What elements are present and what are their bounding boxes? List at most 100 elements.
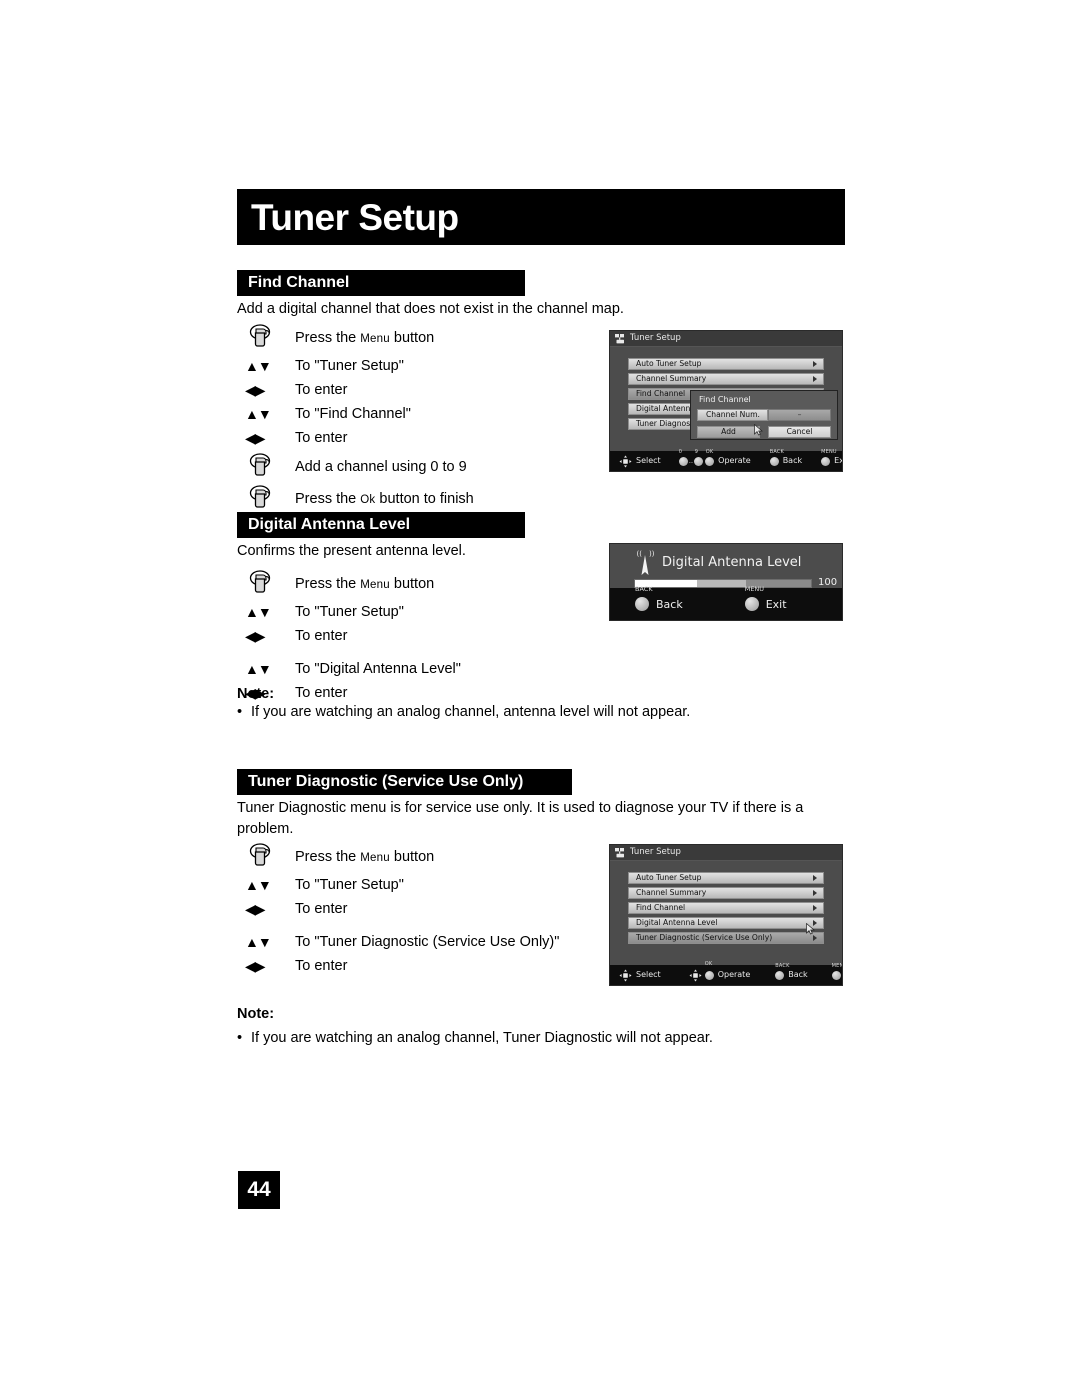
note-bullet-item: • If you are watching an analog channel,… xyxy=(237,704,837,720)
dpad-icon xyxy=(689,969,702,981)
step-label: To enter xyxy=(295,685,348,701)
osd-menu-item-digital-antenna-level[interactable]: Digital Antenna Level xyxy=(628,917,824,929)
hand-press-icon xyxy=(237,568,295,600)
channel-number-field[interactable]: Channel Num. – xyxy=(697,409,831,421)
osd-title-text: Digital Antenna Level xyxy=(662,555,802,570)
osd-menu-item-label: Find Channel xyxy=(636,389,686,399)
mouse-cursor-icon xyxy=(806,923,815,935)
bullet-icon: • xyxy=(237,1030,243,1046)
step-label: To "Tuner Setup" xyxy=(295,877,404,893)
step-to-enter-1: ◀▶ To enter xyxy=(237,378,474,402)
tuner-icon xyxy=(615,847,624,857)
dialog-title: Find Channel xyxy=(699,395,751,404)
osd-screen-find-channel: Tuner Setup Auto Tuner Setup Channel Sum… xyxy=(609,330,843,472)
osd-screen-tuner-diagnostic: Tuner Setup Auto Tuner Setup Channel Sum… xyxy=(609,844,843,986)
step-to-tuner-setup: ▲▼ To "Tuner Setup" xyxy=(237,600,461,624)
osd-menu-item-label: Tuner Diagnostic (Service Use Only) xyxy=(636,933,773,943)
guide-operate[interactable]: 0 .. 9 OK Operate xyxy=(678,449,751,466)
osd-key-guide: Select 0 .. 9 OK Operate BACK Back MENU xyxy=(610,449,843,471)
osd-menu-item-tuner-diagnostic[interactable]: Tuner Diagnostic (Service Use Only) xyxy=(628,932,824,944)
number-key-9-icon xyxy=(694,456,704,466)
manual-page: Tuner Setup Find Channel Add a digital c… xyxy=(0,0,1080,1397)
back-key-icon xyxy=(775,970,785,980)
page-number: 44 xyxy=(238,1171,280,1209)
step-list-digital-antenna-level: Press the Menu button ▲▼ To "Tuner Setup… xyxy=(237,568,461,705)
guide-label: Select xyxy=(636,456,661,465)
osd-menu-list: Auto Tuner Setup Channel Summary Find Ch… xyxy=(610,861,842,944)
osd-menu-item-auto-tuner-setup[interactable]: Auto Tuner Setup xyxy=(628,872,824,884)
step-label: To "Find Channel" xyxy=(295,406,411,422)
cancel-button[interactable]: Cancel xyxy=(768,426,831,438)
chevron-right-icon xyxy=(813,361,817,367)
osd-menu-item-label: Auto Tuner Setup xyxy=(636,873,702,883)
osd-menu-item-find-channel[interactable]: Find Channel xyxy=(628,902,824,914)
tuner-icon xyxy=(615,333,624,343)
step-to-tuner-setup: ▲▼ To "Tuner Setup" xyxy=(237,354,474,378)
osd-screen-digital-antenna-level: (( )) Digital Antenna Level 100 BACK Bac… xyxy=(609,543,843,621)
section-intro-digital-antenna-level: Confirms the present antenna level. xyxy=(237,543,466,559)
note-title: Note: xyxy=(237,1006,275,1022)
section-heading-text: Digital Antenna Level xyxy=(248,516,411,533)
guide-exit[interactable]: MENU Exit xyxy=(821,449,843,466)
osd-menu-item-label: Find Channel xyxy=(636,903,686,913)
page-title-text: Tuner Setup xyxy=(251,196,459,238)
key-cap-menu: MENU xyxy=(831,962,842,969)
osd-title-text: Tuner Setup xyxy=(630,847,681,858)
hand-press-icon xyxy=(237,841,295,873)
find-channel-dialog: Find Channel Channel Num. – Add Cancel xyxy=(690,390,838,440)
step-label: Press the Menu button xyxy=(295,330,435,346)
step-press-menu: Press the Menu button xyxy=(237,841,559,873)
osd-titlebar: Tuner Setup xyxy=(610,331,842,347)
add-button[interactable]: Add xyxy=(697,426,760,438)
dpad-icon xyxy=(619,969,632,981)
up-down-arrows-icon: ▲▼ xyxy=(245,406,272,422)
guide-back[interactable]: BACK Back xyxy=(769,449,802,466)
section-intro-tuner-diagnostic: Tuner Diagnostic menu is for service use… xyxy=(237,800,804,837)
step-to-enter-1: ◀▶ To enter xyxy=(237,624,461,648)
osd-menu-item-auto-tuner-setup[interactable]: Auto Tuner Setup xyxy=(628,358,824,370)
step-list-tuner-diagnostic: Press the Menu button ▲▼ To "Tuner Setup… xyxy=(237,841,559,978)
note-text: If you are watching an analog channel, a… xyxy=(251,704,691,720)
chevron-right-icon xyxy=(813,935,817,941)
key-cap-0: 0 xyxy=(678,448,683,455)
chevron-right-icon xyxy=(813,376,817,382)
left-right-arrows-icon: ◀▶ xyxy=(245,958,266,974)
svg-text:)): )) xyxy=(649,550,655,558)
left-right-arrows-icon: ◀▶ xyxy=(245,430,266,446)
guide-select[interactable]: Select xyxy=(619,455,661,468)
key-cap-ok: OK xyxy=(705,448,714,455)
guide-exit[interactable]: MENU Exit xyxy=(744,586,787,611)
guide-select[interactable]: Select xyxy=(619,969,661,982)
guide-operate[interactable]: OK Operate xyxy=(689,961,750,982)
step-to-tuner-setup: ▲▼ To "Tuner Setup" xyxy=(237,873,559,897)
step-label: To "Digital Antenna Level" xyxy=(295,661,461,677)
menu-key-icon xyxy=(744,597,759,611)
dialog-buttons: Add Cancel xyxy=(697,426,831,438)
osd-menu-item-channel-summary[interactable]: Channel Summary xyxy=(628,887,824,899)
chevron-right-icon xyxy=(813,875,817,881)
antenna-level-value: 100 xyxy=(818,577,838,588)
step-add-channel-digits: Add a channel using 0 to 9 xyxy=(237,451,474,483)
menu-key-icon xyxy=(831,970,841,980)
step-label: Press the Menu button xyxy=(295,576,435,592)
guide-label: Exit xyxy=(765,597,787,611)
guide-back[interactable]: BACK Back xyxy=(635,586,683,611)
step-to-enter-2: ◀▶ To enter xyxy=(237,954,559,978)
key-cap-menu: MENU xyxy=(744,585,765,593)
menu-key-icon xyxy=(821,456,831,466)
channel-number-label: Channel Num. xyxy=(697,409,768,421)
ok-key-icon xyxy=(704,970,714,980)
key-cap-9: 9 xyxy=(694,448,699,455)
guide-label: Exit xyxy=(834,456,843,465)
osd-menu-item-channel-summary[interactable]: Channel Summary xyxy=(628,373,824,385)
key-cap-back: BACK xyxy=(775,962,790,969)
step-label: Add a channel using 0 to 9 xyxy=(295,459,467,475)
guide-exit[interactable]: MENU Exit xyxy=(831,963,842,980)
key-cap-ok: OK xyxy=(704,960,713,967)
section-heading-tuner-diagnostic: Tuner Diagnostic (Service Use Only) xyxy=(237,769,572,795)
up-down-arrows-icon: ▲▼ xyxy=(245,358,272,374)
guide-back[interactable]: BACK Back xyxy=(775,963,808,980)
bullet-icon: • xyxy=(237,704,243,720)
step-label: To "Tuner Setup" xyxy=(295,358,404,374)
hand-press-icon xyxy=(237,483,295,515)
